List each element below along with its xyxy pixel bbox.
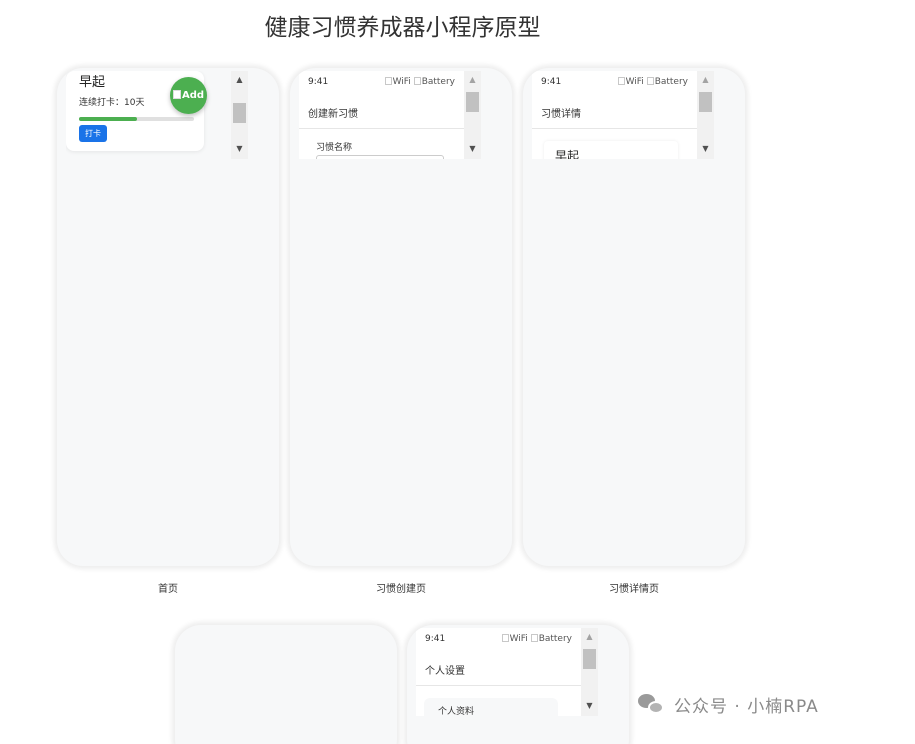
status-icons: WiFi Battery bbox=[617, 77, 688, 87]
status-time: 9:41 bbox=[541, 77, 562, 87]
checkin-button[interactable]: 打卡 bbox=[79, 125, 107, 142]
detail-frame[interactable]: 9:41 WiFi Battery 习惯详情 早起 bbox=[532, 71, 697, 159]
wifi-icon bbox=[617, 77, 625, 85]
wifi-alt: WiFi bbox=[509, 634, 528, 644]
streak-text: 连续打卡：10天 bbox=[79, 98, 145, 108]
battery-icon bbox=[413, 77, 421, 85]
caption-detail: 习惯详情页 bbox=[609, 584, 659, 595]
wechat-icon bbox=[638, 693, 666, 716]
scroll-thumb[interactable] bbox=[699, 92, 712, 112]
battery-alt: Battery bbox=[654, 77, 688, 87]
habit-name: 早起 bbox=[555, 149, 580, 159]
status-icons: WiFi Battery bbox=[501, 634, 572, 644]
nav-bar: 习惯详情 bbox=[532, 91, 697, 129]
add-icon bbox=[172, 90, 181, 99]
nav-bar: 创建新习惯 bbox=[299, 91, 464, 129]
phone-blank bbox=[175, 625, 397, 744]
settings-frame[interactable]: 9:41 WiFi Battery 个人设置 个人资料 bbox=[416, 628, 581, 716]
progress-fill bbox=[79, 117, 137, 121]
detail-scrollbar[interactable]: ▲ ▼ bbox=[697, 71, 714, 159]
create-frame[interactable]: 9:41 WiFi Battery 创建新习惯 习惯名称 bbox=[299, 71, 464, 159]
caption-home: 首页 bbox=[158, 584, 178, 595]
profile-section[interactable]: 个人资料 bbox=[424, 698, 558, 716]
nav-bar: 个人设置 bbox=[416, 648, 581, 686]
progress-bar bbox=[79, 117, 194, 121]
battery-alt: Battery bbox=[538, 634, 572, 644]
watermark-text: 公众号 · 小楠RPA bbox=[674, 697, 819, 717]
page-title: 健康习惯养成器小程序原型 bbox=[264, 15, 541, 41]
up-arrow-icon[interactable]: ▲ bbox=[464, 73, 481, 87]
habit-name: 早起 bbox=[79, 75, 106, 90]
scroll-thumb[interactable] bbox=[466, 92, 479, 112]
battery-alt: Battery bbox=[421, 77, 455, 87]
status-time: 9:41 bbox=[425, 634, 446, 644]
up-arrow-icon[interactable]: ▲ bbox=[231, 73, 248, 87]
settings-scrollbar[interactable]: ▲ ▼ bbox=[581, 628, 598, 716]
status-bar: 9:41 WiFi Battery bbox=[299, 77, 464, 91]
nav-title: 个人设置 bbox=[425, 666, 465, 677]
status-bar: 9:41 WiFi Battery bbox=[416, 634, 581, 648]
scroll-thumb[interactable] bbox=[583, 649, 596, 669]
battery-icon bbox=[646, 77, 654, 85]
watermark: 公众号 · 小楠RPA bbox=[638, 692, 819, 722]
status-bar: 9:41 WiFi Battery bbox=[532, 77, 697, 91]
habit-name-input[interactable] bbox=[316, 155, 444, 159]
add-label: Add bbox=[181, 90, 205, 101]
home-frame[interactable]: 早起 连续打卡：10天 打卡 Add bbox=[66, 71, 231, 159]
down-arrow-icon[interactable]: ▼ bbox=[464, 142, 481, 156]
phone-create: 9:41 WiFi Battery 创建新习惯 习惯名称 ▲ ▼ bbox=[290, 68, 512, 566]
profile-label: 个人资料 bbox=[438, 707, 475, 716]
wifi-alt: WiFi bbox=[392, 77, 411, 87]
phone-settings: 9:41 WiFi Battery 个人设置 个人资料 ▲ ▼ bbox=[407, 625, 629, 744]
wifi-alt: WiFi bbox=[625, 77, 644, 87]
nav-title: 习惯详情 bbox=[541, 109, 581, 120]
home-scrollbar[interactable]: ▲ ▼ bbox=[231, 71, 248, 159]
create-scrollbar[interactable]: ▲ ▼ bbox=[464, 71, 481, 159]
caption-create: 习惯创建页 bbox=[376, 584, 426, 595]
habit-detail-card: 早起 bbox=[544, 141, 678, 159]
add-habit-button[interactable]: Add bbox=[170, 77, 207, 114]
wifi-icon bbox=[501, 634, 509, 642]
scroll-thumb[interactable] bbox=[233, 103, 246, 123]
up-arrow-icon[interactable]: ▲ bbox=[581, 630, 598, 644]
habit-name-label: 习惯名称 bbox=[316, 143, 353, 153]
phone-detail: 9:41 WiFi Battery 习惯详情 早起 ▲ ▼ bbox=[523, 68, 745, 566]
status-time: 9:41 bbox=[308, 77, 329, 87]
wifi-icon bbox=[384, 77, 392, 85]
down-arrow-icon[interactable]: ▼ bbox=[697, 142, 714, 156]
phone-home: 早起 连续打卡：10天 打卡 Add ▲ ▼ bbox=[57, 68, 279, 566]
nav-title: 创建新习惯 bbox=[308, 109, 358, 120]
up-arrow-icon[interactable]: ▲ bbox=[697, 73, 714, 87]
down-arrow-icon[interactable]: ▼ bbox=[231, 142, 248, 156]
status-icons: WiFi Battery bbox=[384, 77, 455, 87]
down-arrow-icon[interactable]: ▼ bbox=[581, 699, 598, 713]
battery-icon bbox=[530, 634, 538, 642]
